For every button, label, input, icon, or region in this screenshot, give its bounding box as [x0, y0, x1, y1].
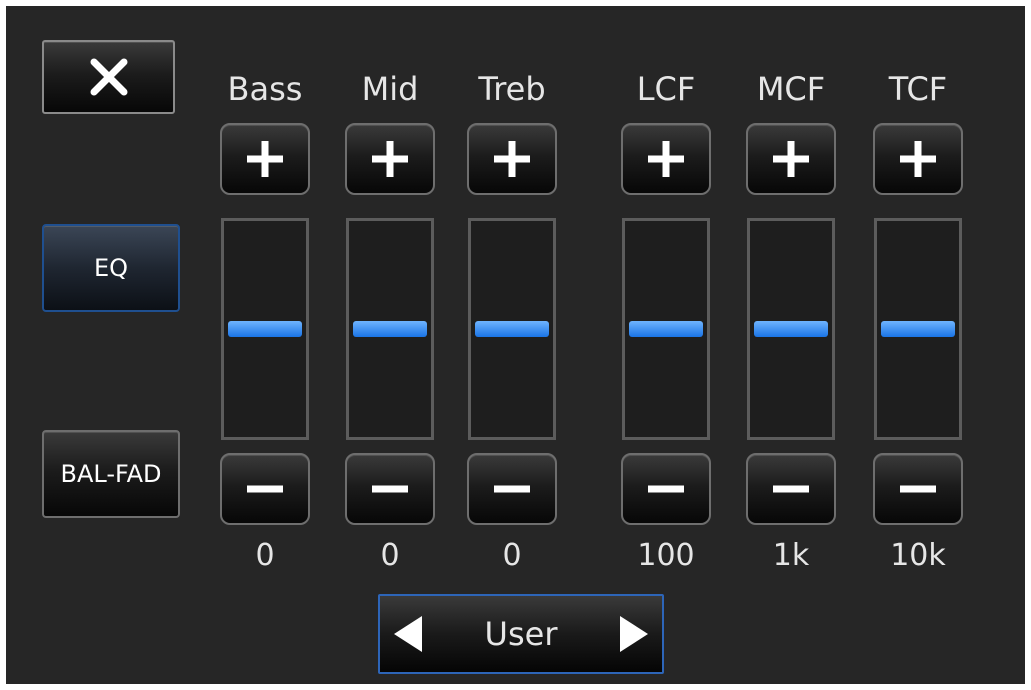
minus-icon	[247, 485, 283, 493]
bass-slider-handle[interactable]	[228, 321, 302, 337]
lcf-value: 100	[637, 538, 695, 573]
minus-icon	[773, 485, 809, 493]
plus-icon	[773, 141, 809, 177]
bal-fad-tab-button[interactable]: BAL-FAD	[42, 430, 180, 518]
bass-slider[interactable]	[221, 218, 309, 440]
lcf-minus-button[interactable]	[621, 453, 711, 525]
eq-panel: EQ BAL-FAD Bass 0 Mid 0 Treb 0 LCF 100 M…	[6, 6, 1025, 684]
treb-value: 0	[502, 538, 522, 573]
mid-slider-handle[interactable]	[353, 321, 427, 337]
tcf-label: TCF	[888, 70, 948, 108]
mid-plus-button[interactable]	[345, 123, 435, 195]
preset-label: User	[484, 615, 558, 653]
close-icon	[90, 58, 127, 96]
plus-icon	[247, 141, 283, 177]
lcf-label: LCF	[636, 70, 696, 108]
tcf-minus-button[interactable]	[873, 453, 963, 525]
bass-value: 0	[255, 538, 275, 573]
treb-minus-button[interactable]	[467, 453, 557, 525]
mcf-slider-handle[interactable]	[754, 321, 828, 337]
treb-plus-button[interactable]	[467, 123, 557, 195]
mid-slider[interactable]	[346, 218, 434, 440]
plus-icon	[648, 141, 684, 177]
mid-value: 0	[380, 538, 400, 573]
tcf-plus-button[interactable]	[873, 123, 963, 195]
mcf-plus-button[interactable]	[746, 123, 836, 195]
tcf-slider-handle[interactable]	[881, 321, 955, 337]
treb-slider[interactable]	[468, 218, 556, 440]
preset-selector: User	[378, 594, 664, 674]
mcf-slider[interactable]	[747, 218, 835, 440]
mcf-label: MCF	[756, 70, 826, 108]
tcf-slider[interactable]	[874, 218, 962, 440]
treb-label: Treb	[478, 70, 546, 108]
plus-icon	[372, 141, 408, 177]
triangle-right-icon[interactable]	[620, 616, 648, 652]
minus-icon	[900, 485, 936, 493]
mid-minus-button[interactable]	[345, 453, 435, 525]
bass-label: Bass	[227, 70, 303, 108]
mid-label: Mid	[361, 70, 419, 108]
minus-icon	[648, 485, 684, 493]
lcf-slider-handle[interactable]	[629, 321, 703, 337]
lcf-slider[interactable]	[622, 218, 710, 440]
mcf-value: 1k	[772, 538, 810, 573]
minus-icon	[494, 485, 530, 493]
plus-icon	[900, 141, 936, 177]
minus-icon	[372, 485, 408, 493]
triangle-left-icon[interactable]	[394, 616, 422, 652]
tcf-value: 10k	[890, 538, 946, 573]
eq-tab-button[interactable]: EQ	[42, 224, 180, 312]
treb-slider-handle[interactable]	[475, 321, 549, 337]
mcf-minus-button[interactable]	[746, 453, 836, 525]
bass-plus-button[interactable]	[220, 123, 310, 195]
close-button[interactable]	[42, 40, 175, 114]
eq-tab-label: EQ	[93, 254, 129, 282]
bass-minus-button[interactable]	[220, 453, 310, 525]
lcf-plus-button[interactable]	[621, 123, 711, 195]
bal-fad-tab-label: BAL-FAD	[60, 460, 162, 488]
plus-icon	[494, 141, 530, 177]
